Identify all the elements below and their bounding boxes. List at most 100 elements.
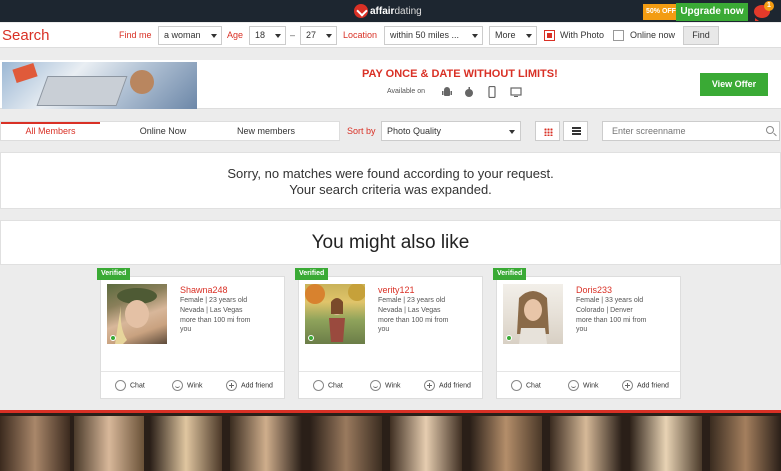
wink-label: Wink: [385, 382, 401, 390]
grid-view-button[interactable]: [535, 121, 560, 141]
sort-value: Photo Quality: [387, 126, 442, 136]
tab-online-now[interactable]: Online Now: [113, 122, 213, 141]
upgrade-button[interactable]: Upgrade now: [676, 3, 748, 21]
add-friend-button[interactable]: Add friend: [622, 380, 669, 392]
plus-icon: [424, 380, 435, 391]
no-match-line1: Sorry, no matches were found according t…: [227, 166, 554, 181]
chat-button[interactable]: Chat: [511, 380, 541, 392]
profile-location: Colorado | Denver: [576, 307, 633, 314]
logo-word-light: dating: [394, 5, 422, 17]
member-photo-strip: [0, 410, 781, 471]
chevron-down-icon: [472, 34, 478, 38]
add-friend-label: Add friend: [637, 382, 669, 390]
profile-distance: more than 100 mi from you: [576, 317, 647, 333]
plus-icon: [622, 380, 633, 391]
strip-photo[interactable]: [0, 416, 70, 471]
online-indicator: [308, 335, 314, 341]
chevron-down-icon: [275, 34, 281, 38]
affairdating-logo[interactable]: affairdating: [354, 1, 422, 21]
verified-badge: Verified: [493, 268, 527, 280]
profile-gender-age: Female | 33 years old: [576, 297, 644, 304]
strip-photo[interactable]: [74, 416, 144, 471]
might-like-heading: You might also like: [0, 220, 781, 265]
age-from-select[interactable]: 18: [249, 26, 286, 45]
profile-name[interactable]: verity121: [378, 285, 415, 295]
chat-icon: [511, 380, 522, 391]
find-me-select[interactable]: a woman: [158, 26, 222, 45]
banner-image: [2, 62, 197, 109]
list-view-button[interactable]: [563, 121, 588, 141]
banner-headline: PAY ONCE & DATE WITHOUT LIMITS!: [362, 68, 558, 80]
chat-button[interactable]: Chat: [115, 380, 145, 392]
plus-icon: [226, 380, 237, 391]
chat-label: Chat: [130, 382, 145, 390]
search-bar: Search Find me a woman Age 18 – 27 Locat…: [0, 23, 781, 48]
chevron-down-icon: [509, 130, 515, 134]
wink-button[interactable]: Wink: [370, 380, 401, 392]
chevron-down-icon: [211, 34, 217, 38]
tab-all-members[interactable]: All Members: [1, 122, 100, 141]
profile-photo[interactable]: [503, 284, 563, 344]
profile-photo[interactable]: [305, 284, 365, 344]
profile-card[interactable]: Verified verity121 Female | 23 years old…: [295, 268, 483, 399]
more-select[interactable]: More: [489, 26, 537, 45]
no-matches-message: Sorry, no matches were found according t…: [0, 152, 781, 209]
strip-photo[interactable]: [550, 416, 622, 471]
age-label: Age: [227, 30, 244, 40]
add-friend-button[interactable]: Add friend: [226, 380, 273, 392]
chevron-down-icon: [526, 34, 532, 38]
chevron-down-icon: [326, 34, 332, 38]
add-friend-label: Add friend: [439, 382, 471, 390]
android-icon[interactable]: [441, 86, 453, 98]
profile-photo[interactable]: [107, 284, 167, 344]
add-friend-button[interactable]: Add friend: [424, 380, 471, 392]
apple-icon[interactable]: [463, 86, 475, 98]
age-to-select[interactable]: 27: [300, 26, 337, 45]
strip-photo[interactable]: [150, 416, 222, 471]
no-match-line2: Your search criteria was expanded.: [289, 182, 492, 197]
profile-distance: more than 100 mi from you: [180, 317, 251, 333]
find-me-label: Find me: [119, 30, 152, 40]
with-photo-checkbox[interactable]: [544, 30, 555, 41]
wink-label: Wink: [583, 382, 599, 390]
strip-photo[interactable]: [230, 416, 302, 471]
find-button[interactable]: Find: [683, 26, 719, 45]
profile-location: Nevada | Las Vegas: [378, 307, 441, 314]
chat-button[interactable]: Chat: [313, 380, 343, 392]
age-to-value: 27: [306, 30, 317, 40]
location-value: within 50 miles ...: [390, 30, 460, 40]
logo-word-bold: affair: [370, 5, 395, 17]
card-actions: Chat Wink Add friend: [497, 371, 680, 399]
age-separator: –: [290, 30, 296, 40]
location-select[interactable]: within 50 miles ...: [384, 26, 483, 45]
online-now-label: Online now: [630, 30, 676, 40]
strip-photo[interactable]: [470, 416, 542, 471]
strip-photo[interactable]: [390, 416, 462, 471]
screenname-search-input[interactable]: [602, 121, 780, 141]
profile-card[interactable]: Verified Shawna248 Female | 23 years old…: [97, 268, 285, 399]
profile-name[interactable]: Doris233: [576, 285, 612, 295]
wink-button[interactable]: Wink: [568, 380, 599, 392]
strip-photo[interactable]: [710, 416, 781, 471]
chat-icon: [313, 380, 324, 391]
sort-select[interactable]: Photo Quality: [381, 121, 521, 141]
top-bar: affairdating 50% OFF Upgrade now 1: [0, 0, 781, 22]
profile-card[interactable]: Verified Doris233 Female | 33 years old …: [493, 268, 681, 399]
phone-icon[interactable]: [486, 86, 498, 98]
tab-new-members[interactable]: New members: [216, 122, 316, 141]
wink-button[interactable]: Wink: [172, 380, 203, 392]
more-value: More: [495, 30, 516, 40]
age-from-value: 18: [255, 30, 266, 40]
strip-photo[interactable]: [630, 416, 702, 471]
card-actions: Chat Wink Add friend: [101, 371, 284, 399]
tv-icon[interactable]: [510, 86, 522, 98]
location-label: Location: [343, 30, 378, 40]
online-now-checkbox[interactable]: [613, 30, 624, 41]
view-offer-button[interactable]: View Offer: [700, 73, 768, 96]
profile-name[interactable]: Shawna248: [180, 285, 228, 295]
strip-photo[interactable]: [310, 416, 382, 471]
wink-label: Wink: [187, 382, 203, 390]
sort-by-label: Sort by: [347, 126, 376, 136]
smile-icon: [172, 380, 183, 391]
search-icon[interactable]: [766, 126, 774, 134]
